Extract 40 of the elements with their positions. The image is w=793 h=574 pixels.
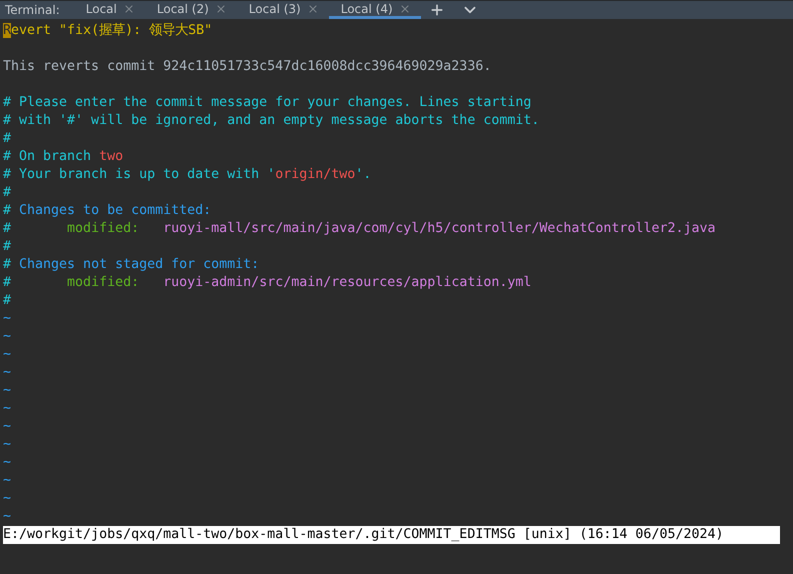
tilde-marker: ~	[3, 490, 12, 508]
terminal-line: # with '#' will be ignored, and an empty message aborts the commit.	[3, 112, 540, 130]
tilde-marker: ~	[3, 328, 12, 346]
tilde-marker: ~	[3, 364, 12, 382]
terminal-line: #	[3, 184, 12, 202]
terminal-line: # Please enter the commit message for your changes. Lines starting	[3, 94, 532, 112]
terminal-tab[interactable]: Local (2)	[144, 1, 237, 19]
tab-label: Local (3)	[248, 2, 301, 16]
tab-label: Local (2)	[156, 2, 209, 16]
tilde-marker: ~	[3, 436, 12, 454]
close-icon[interactable]	[306, 2, 319, 14]
close-icon[interactable]	[398, 2, 411, 14]
tilde-marker: ~	[3, 418, 12, 436]
tilde-marker: ~	[3, 508, 12, 526]
close-icon[interactable]	[122, 2, 135, 14]
terminal-line: #	[3, 292, 12, 310]
terminal-line: #	[3, 130, 12, 148]
terminal-tab[interactable]: Local (4)	[328, 1, 421, 19]
tilde-marker: ~	[3, 382, 12, 400]
terminal-line: # Your branch is up to date with 'origin/two'.	[3, 166, 372, 184]
tilde-marker: ~	[3, 346, 12, 364]
terminal-label: Terminal:	[4, 2, 61, 19]
tilde-marker: ~	[3, 400, 12, 418]
tilde-marker: ~	[3, 310, 12, 328]
tab-label: Local	[86, 2, 117, 16]
close-icon[interactable]	[214, 2, 227, 14]
terminal-line: # modified: ruoyi-mall/src/main/java/com/cyl/h5/controller/WechatController2.java	[3, 220, 716, 238]
terminal-line: This reverts commit 924c11051733c547dc16008dcc396469029a2336.	[3, 58, 492, 76]
terminal-tab[interactable]: Local (3)	[236, 1, 329, 19]
tilde-marker: ~	[3, 454, 12, 472]
tab-label: Local (4)	[340, 2, 393, 16]
terminal-line: # On branch two	[3, 148, 124, 166]
plus-icon	[428, 2, 445, 18]
tilde-marker: ~	[3, 472, 12, 490]
terminal-line: # modified: ruoyi-admin/src/main/resources/application.yml	[3, 274, 532, 292]
terminal-line: # Changes not staged for commit:	[3, 256, 260, 274]
terminal-line: Revert "fix(握草): 领导大SB"	[3, 22, 214, 40]
terminal-line: # Changes to be committed:	[3, 202, 212, 220]
terminal-line: #	[3, 238, 12, 256]
terminal-tab[interactable]: Local	[74, 1, 145, 19]
